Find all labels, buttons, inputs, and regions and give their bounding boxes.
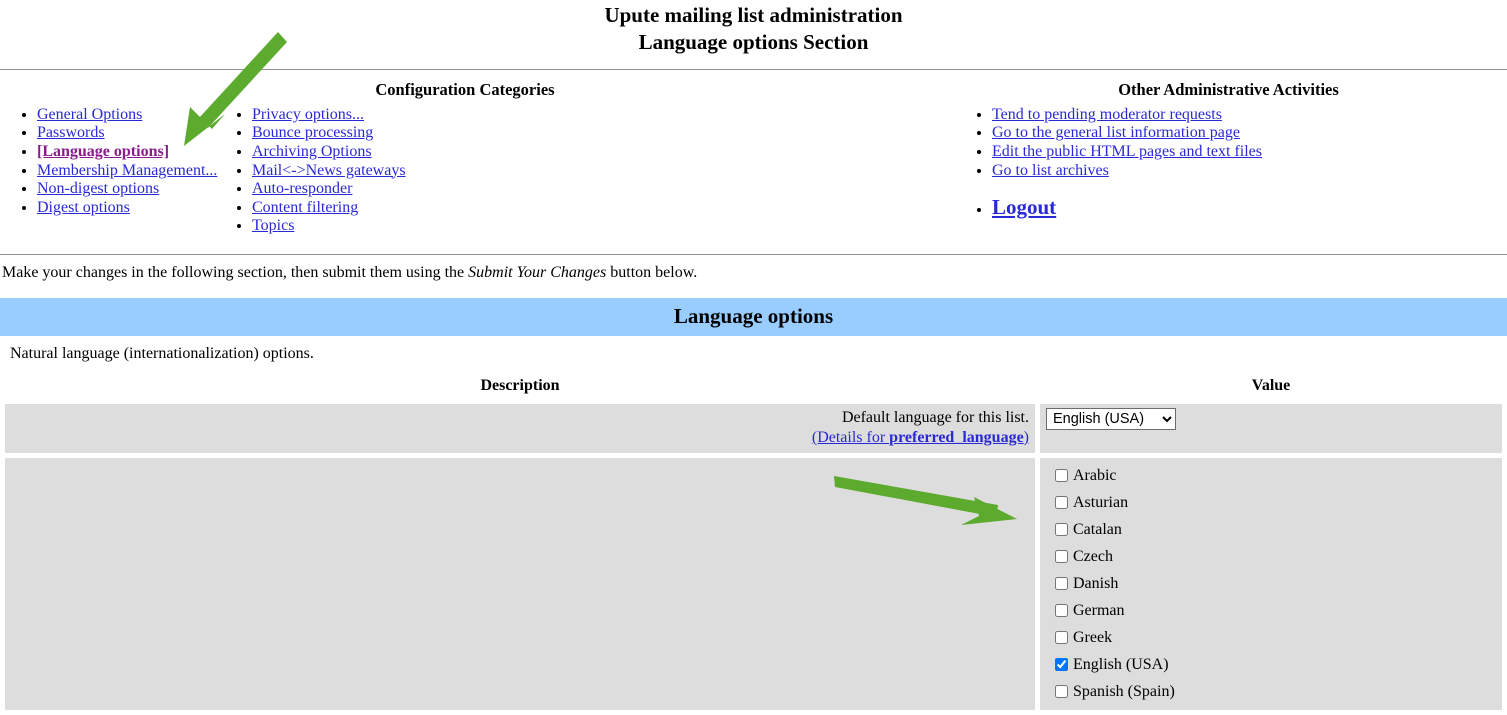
- detail-link-prefix: (Details for: [811, 429, 890, 447]
- table-row-default-language: Default language for this list. (Details…: [5, 403, 1502, 454]
- config-link-list-column-1: General OptionsPasswords [Language option…: [15, 106, 230, 218]
- list-item: Topics: [252, 217, 930, 236]
- page-title-line-2: Language options Section: [638, 29, 869, 54]
- checkbox-spanish-spain[interactable]: [1055, 685, 1068, 699]
- other-administrative-activities-title: Other Administrative Activities: [1118, 79, 1339, 99]
- available-languages-checkbox-group: Arabic Asturian Catalan Czech Danish German Gr…: [1046, 462, 1496, 705]
- instruction-before: Make your changes in the following secti…: [2, 263, 469, 281]
- language-checkbox-row: Danish: [1046, 570, 1496, 597]
- list-item: Go to list archives: [992, 162, 1507, 181]
- language-checkbox-row: Asturian: [1046, 489, 1496, 516]
- default-language-value-cell: ArabicAsturianCatalanCzechDanishGermanGr…: [1040, 403, 1502, 454]
- language-checkbox-row: English (USA): [1046, 651, 1496, 678]
- table-row-available-languages: Arabic Asturian Catalan Czech Danish German Gr…: [5, 458, 1502, 711]
- admin-link-edit-the-public-html-pages-and-text-files[interactable]: Edit the public HTML pages and text file…: [992, 143, 1262, 160]
- list-item: Passwords: [37, 124, 230, 143]
- language-label-greek: Greek: [1073, 629, 1113, 647]
- instruction-emphasis: Submit Your Changes: [468, 263, 607, 281]
- checkbox-english-usa[interactable]: [1055, 658, 1068, 672]
- detail-link-varname: preferred_language: [889, 429, 1024, 447]
- language-checkbox-row: Czech: [1046, 543, 1496, 570]
- config-link-passwords[interactable]: Passwords: [37, 124, 105, 141]
- config-link-non-digest-options[interactable]: Non-digest options: [37, 180, 159, 197]
- list-item: [Language options]: [37, 143, 230, 162]
- column-header-value: Value: [1040, 376, 1502, 399]
- detail-link-suffix: ): [1023, 429, 1029, 447]
- language-checkbox-row: Arabic: [1046, 462, 1496, 489]
- list-item: Logout: [992, 195, 1507, 220]
- table-header-row: Description Value: [5, 376, 1502, 399]
- list-item: Non-digest options: [37, 180, 230, 199]
- list-item: General Options: [37, 106, 230, 125]
- language-checkbox-row: Greek: [1046, 624, 1496, 651]
- language-label-arabic: Arabic: [1073, 467, 1117, 485]
- language-label-english-usa: English (USA): [1073, 656, 1169, 674]
- admin-link-go-to-list-archives[interactable]: Go to list archives: [992, 162, 1109, 179]
- config-link-digest-options[interactable]: Digest options: [37, 199, 130, 216]
- checkbox-german[interactable]: [1055, 604, 1068, 618]
- list-item: Go to the general list information page: [992, 124, 1507, 143]
- checkbox-czech[interactable]: [1055, 550, 1068, 564]
- config-link-list-column-2: Privacy options...Bounce processing Archi…: [230, 106, 930, 236]
- logout-link[interactable]: Logout: [992, 195, 1056, 219]
- instruction-text: Make your changes in the following secti…: [0, 255, 1507, 283]
- other-administrative-activities-panel: Other Administrative Activities Tend to …: [930, 80, 1507, 220]
- language-label-czech: Czech: [1073, 548, 1113, 566]
- configuration-categories-panel: Configuration Categories General Options…: [0, 80, 930, 236]
- available-languages-value-cell: Arabic Asturian Catalan Czech Danish German Gr…: [1040, 458, 1502, 711]
- admin-link-list: Tend to pending moderator requestsGo to …: [930, 106, 1507, 220]
- preferred-language-select[interactable]: ArabicAsturianCatalanCzechDanishGermanGr…: [1046, 407, 1176, 430]
- instruction-after: button below.: [606, 263, 698, 281]
- list-item: Auto-responder: [252, 180, 930, 199]
- checkbox-arabic[interactable]: [1055, 469, 1068, 483]
- available-languages-description-cell: [5, 458, 1035, 711]
- config-link-privacy-options[interactable]: Privacy options...: [252, 106, 364, 123]
- checkbox-danish[interactable]: [1055, 577, 1068, 591]
- list-item: Archiving Options: [252, 143, 930, 162]
- language-checkbox-row: German: [1046, 597, 1496, 624]
- language-label-spanish-spain: Spanish (Spain): [1073, 683, 1175, 701]
- admin-link-tend-to-pending-moderator-requests[interactable]: Tend to pending moderator requests: [992, 106, 1222, 123]
- config-link-general-options[interactable]: General Options: [37, 106, 142, 123]
- list-item: Content filtering: [252, 199, 930, 218]
- config-link-auto-responder[interactable]: Auto-responder: [252, 180, 352, 197]
- admin-link-go-to-the-general-list-information-page[interactable]: Go to the general list information page: [992, 124, 1240, 141]
- section-banner: Language options: [0, 297, 1507, 336]
- column-header-description: Description: [5, 376, 1035, 399]
- config-link-topics[interactable]: Topics: [252, 217, 294, 234]
- configuration-categories-title: Configuration Categories: [375, 79, 555, 99]
- default-language-description-cell: Default language for this list. (Details…: [5, 403, 1035, 454]
- language-checkbox-row: Catalan: [1046, 516, 1496, 543]
- checkbox-asturian[interactable]: [1055, 496, 1068, 510]
- language-label-catalan: Catalan: [1073, 521, 1122, 539]
- page-title-line-1: Upute mailing list administration: [604, 3, 903, 27]
- list-item: Bounce processing: [252, 124, 930, 143]
- config-link-bounce-processing[interactable]: Bounce processing: [252, 124, 373, 141]
- page-title: Upute mailing list administration Langua…: [0, 0, 1507, 56]
- checkbox-catalan[interactable]: [1055, 523, 1068, 537]
- preferred-language-details-link[interactable]: (Details for preferred_language): [812, 429, 1029, 446]
- list-item: Membership Management...: [37, 162, 230, 181]
- config-link-language-options[interactable]: [Language options]: [37, 143, 169, 160]
- default-language-label: Default language for this list.: [841, 408, 1029, 426]
- config-link-archiving-options[interactable]: Archiving Options: [252, 143, 372, 160]
- language-label-danish: Danish: [1073, 575, 1119, 593]
- config-link-content-filtering[interactable]: Content filtering: [252, 199, 358, 216]
- navigation-area: Configuration Categories General Options…: [0, 70, 1507, 242]
- list-item: Mail<->News gateways: [252, 162, 930, 181]
- checkbox-greek[interactable]: [1055, 631, 1068, 645]
- list-item: Edit the public HTML pages and text file…: [992, 143, 1507, 162]
- list-item: Digest options: [37, 199, 230, 218]
- language-options-table: Description Value Default language for t…: [0, 372, 1507, 715]
- language-label-german: German: [1073, 602, 1125, 620]
- config-link-mail-news-gateways[interactable]: Mail<->News gateways: [252, 162, 406, 179]
- language-checkbox-row: Spanish (Spain): [1046, 678, 1496, 705]
- config-link-membership-management[interactable]: Membership Management...: [37, 162, 217, 179]
- language-label-asturian: Asturian: [1073, 494, 1129, 512]
- list-item: Tend to pending moderator requests: [992, 106, 1507, 125]
- section-description: Natural language (internationalization) …: [10, 344, 314, 362]
- list-item: Privacy options...: [252, 106, 930, 125]
